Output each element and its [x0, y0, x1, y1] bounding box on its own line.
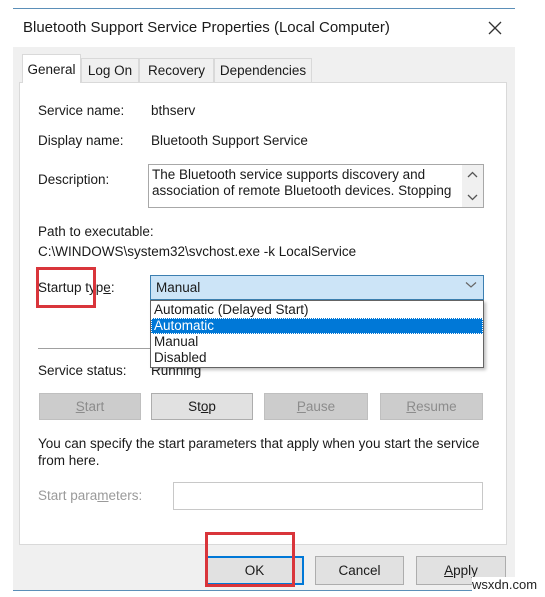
start-button[interactable]: Start [39, 393, 141, 420]
start-parameters-label: Start parameters: [38, 488, 142, 503]
tab-log-on-label: Log On [87, 63, 133, 78]
pause-button-accel: P [296, 399, 306, 414]
tab-dependencies-label: Dependencies [219, 63, 307, 78]
watermark-text: wsxdn.com [472, 577, 538, 592]
stop-button-accel: o [200, 399, 209, 414]
tab-general[interactable]: General [22, 54, 81, 83]
startup-type-selected-value: Manual [156, 280, 201, 295]
close-x-icon [488, 21, 502, 35]
scroll-down-icon[interactable] [467, 194, 478, 201]
startup-type-label-post: : [110, 280, 115, 295]
scroll-up-icon[interactable] [467, 171, 478, 178]
start-parameters-label-accel: m [97, 488, 109, 503]
service-name-value: bthserv [151, 103, 196, 118]
apply-button-accel: A [444, 563, 454, 578]
startup-option-manual[interactable]: Manual [151, 334, 483, 350]
display-name-value: Bluetooth Support Service [151, 133, 308, 148]
start-parameters-help-text: You can specify the start parameters tha… [38, 436, 480, 468]
ok-button-label: OK [244, 563, 265, 578]
description-textbox[interactable]: The Bluetooth service supports discovery… [148, 164, 484, 208]
startup-type-label-accel: e [103, 280, 111, 295]
resume-button-accel: R [406, 399, 417, 414]
pause-button[interactable]: Pause [264, 393, 368, 420]
startup-type-label-pre: Startup typ [38, 280, 104, 295]
ok-button[interactable]: OK [205, 556, 304, 585]
stop-button[interactable]: St o p [151, 393, 253, 420]
stop-button-pre: St [188, 399, 201, 414]
start-parameters-label-pre: Start para [38, 488, 98, 503]
start-button-label: tart [84, 399, 105, 414]
description-scrollbar[interactable] [462, 165, 483, 207]
start-parameters-label-post: eters: [108, 488, 143, 503]
startup-option-automatic-delayed[interactable]: Automatic (Delayed Start) [151, 302, 483, 318]
startup-type-dropdown-list: Automatic (Delayed Start) Automatic Manu… [150, 300, 484, 368]
startup-type-label: Startup type: [38, 280, 115, 295]
pause-button-label: ause [305, 399, 336, 414]
path-label: Path to executable: [38, 224, 154, 239]
service-status-label: Service status: [38, 363, 127, 378]
service-name-label: Service name: [38, 103, 125, 118]
startup-option-disabled[interactable]: Disabled [151, 350, 483, 366]
tab-log-on[interactable]: Log On [81, 58, 139, 82]
cancel-button-label: Cancel [338, 563, 381, 578]
apply-button-label: pply [453, 563, 478, 578]
resume-button-label: esume [416, 399, 457, 414]
resume-button[interactable]: Resume [380, 393, 483, 420]
display-name-label: Display name: [38, 133, 124, 148]
cancel-button[interactable]: Cancel [315, 556, 404, 585]
close-button[interactable] [480, 13, 510, 43]
description-label: Description: [38, 172, 110, 187]
stop-button-label: p [208, 399, 216, 414]
chevron-down-icon [465, 282, 477, 288]
start-parameters-input[interactable] [173, 482, 483, 510]
window-title: Bluetooth Support Service Properties (Lo… [23, 19, 390, 36]
tab-dependencies[interactable]: Dependencies [214, 58, 312, 82]
tab-recovery[interactable]: Recovery [139, 58, 214, 82]
startup-type-select[interactable]: Manual [150, 275, 484, 300]
path-value: C:\WINDOWS\system32\svchost.exe -k Local… [38, 244, 357, 259]
description-text: The Bluetooth service supports discovery… [152, 167, 452, 198]
start-button-accel: S [75, 399, 85, 414]
tab-recovery-label: Recovery [147, 63, 206, 78]
tab-general-label: General [27, 61, 76, 77]
startup-option-automatic[interactable]: Automatic [151, 318, 483, 334]
section-divider [38, 348, 150, 349]
